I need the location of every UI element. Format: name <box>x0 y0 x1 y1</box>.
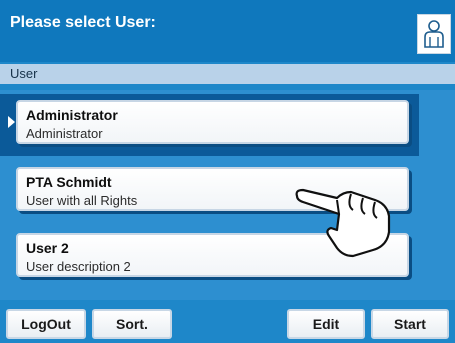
user-description: User description 2 <box>26 259 131 274</box>
selection-marker-icon <box>8 116 15 128</box>
section-label: User <box>0 64 455 84</box>
user-name: Administrator <box>26 107 118 123</box>
sort-button[interactable]: Sort. <box>92 309 172 339</box>
logout-button[interactable]: LogOut <box>6 309 86 339</box>
footer-toolbar: LogOut Sort. Edit Start <box>0 305 455 343</box>
user-name: PTA Schmidt <box>26 174 112 190</box>
user-card-administrator[interactable]: Administrator Administrator <box>16 100 409 144</box>
user-name: User 2 <box>26 240 69 256</box>
header-bar: Please select User: <box>0 0 455 62</box>
user-icon <box>424 20 444 48</box>
edit-button[interactable]: Edit <box>287 309 365 339</box>
page-title: Please select User: <box>10 14 156 31</box>
start-button[interactable]: Start <box>371 309 449 339</box>
user-selection-screen: Please select User: User Administrator A… <box>0 0 455 343</box>
user-description: User with all Rights <box>26 193 138 208</box>
user-icon-button[interactable] <box>417 14 451 54</box>
hand-pointer-icon <box>295 188 391 258</box>
user-description: Administrator <box>26 126 103 141</box>
